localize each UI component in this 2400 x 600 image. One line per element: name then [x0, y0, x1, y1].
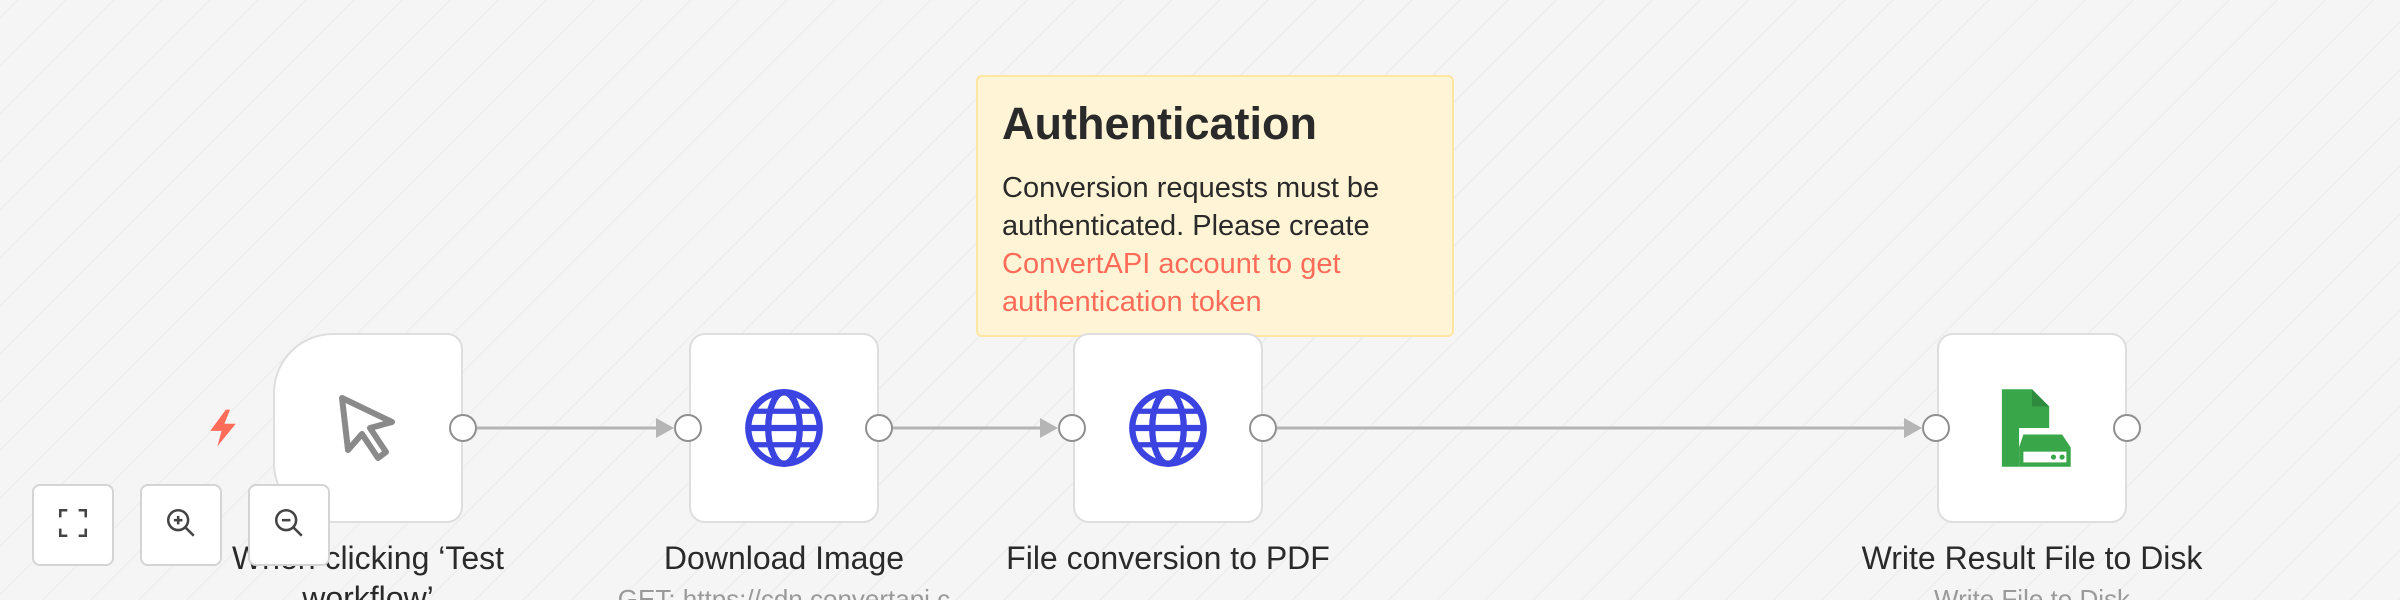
connection-download-to-conversion[interactable] — [893, 418, 1058, 438]
connection-trigger-to-download[interactable] — [477, 418, 674, 438]
zoom-out-button[interactable] — [248, 484, 330, 566]
node-write-result-subtitle: Write File to Disk — [1934, 584, 2130, 600]
sticky-note-title: Authentication — [1002, 98, 1317, 149]
node-file-conversion-output-handle[interactable] — [1249, 414, 1277, 442]
node-file-conversion-to-pdf[interactable] — [1073, 333, 1263, 523]
globe-icon — [742, 386, 826, 470]
lightning-bolt-icon — [210, 409, 236, 447]
zoom-in-icon — [164, 506, 198, 545]
node-write-result-label: Write Result File to Disk — [1861, 540, 2203, 576]
node-file-conversion-input-handle[interactable] — [1058, 414, 1086, 442]
node-write-result-output-handle[interactable] — [2113, 414, 2141, 442]
node-file-conversion-label: File conversion to PDF — [1006, 540, 1330, 576]
node-download-image-output-handle[interactable] — [865, 414, 893, 442]
node-download-image-input-handle[interactable] — [674, 414, 702, 442]
sticky-note-body: Conversion requests must be authenticate… — [1002, 169, 1428, 321]
cursor-pointer-icon — [328, 388, 408, 468]
fit-to-view-icon — [56, 506, 90, 545]
fit-view-button[interactable] — [32, 484, 114, 566]
node-write-result-input-handle[interactable] — [1922, 414, 1950, 442]
node-download-image-subtitle: GET: https://cdn.convertapi.c — [617, 584, 951, 600]
node-manual-trigger-output-handle[interactable] — [449, 414, 477, 442]
zoom-out-icon — [272, 506, 306, 545]
node-write-result-file[interactable] — [1937, 333, 2127, 523]
zoom-in-button[interactable] — [140, 484, 222, 566]
sticky-note-authentication[interactable]: Authentication Conversion requests must … — [976, 75, 1454, 337]
workflow-canvas[interactable]: Authentication Conversion requests must … — [0, 0, 2400, 600]
globe-icon — [1126, 386, 1210, 470]
node-download-image[interactable] — [689, 333, 879, 523]
connection-conversion-to-write[interactable] — [1277, 418, 1922, 438]
node-download-image-label: Download Image — [663, 540, 905, 576]
sticky-note-body-text: Conversion requests must be authenticate… — [1002, 171, 1380, 242]
convertapi-account-link[interactable]: ConvertAPI account to get authentication… — [1002, 248, 1341, 318]
file-disk-icon — [1989, 385, 2075, 471]
